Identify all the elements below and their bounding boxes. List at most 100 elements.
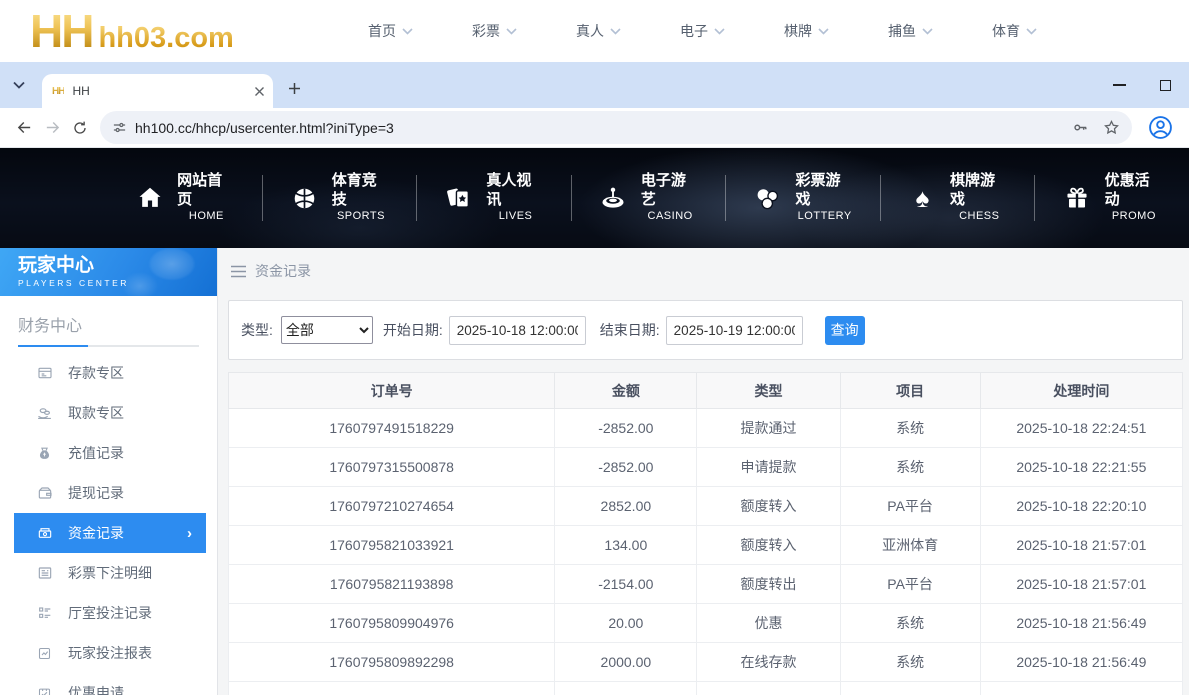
sidebar-item-lottery-bet-detail[interactable]: 彩票下注明细 (0, 553, 217, 593)
minimize-icon[interactable] (1113, 84, 1126, 86)
game-nav-en: CASINO (648, 210, 693, 224)
sidebar-item-deposit-zone[interactable]: 存款专区 (0, 353, 217, 393)
game-nav-zh: 网站首页 (177, 172, 235, 210)
top-nav-lottery[interactable]: 彩票 (472, 21, 576, 41)
game-nav-live[interactable]: 真人视讯 LIVES (417, 170, 571, 226)
profile-icon[interactable] (1148, 115, 1173, 140)
funds-table-wrap: 订单号 金额 类型 项目 处理时间 1760797491518229-2852.… (228, 372, 1183, 695)
forward-icon[interactable] (38, 114, 66, 142)
table-cell: 亚洲体育 (840, 526, 980, 565)
browser-tab[interactable]: HH HH (42, 74, 273, 108)
table-cell: 134.00 (555, 526, 697, 565)
top-nav-sports[interactable]: 体育 (992, 21, 1096, 41)
top-nav-label: 棋牌 (784, 21, 812, 41)
table-cell: 2852.00 (555, 487, 697, 526)
main-content: 资金记录 类型: 全部 开始日期: 结束日期: 查询 订单号 金额 类型 (218, 248, 1189, 695)
table-cell: 系统 (840, 409, 980, 448)
close-icon[interactable] (254, 86, 265, 97)
column-header-project: 项目 (840, 373, 980, 409)
banknote-icon (36, 525, 53, 541)
maximize-icon[interactable] (1160, 80, 1171, 91)
table-cell: PA平台 (840, 565, 980, 604)
game-nav-sports[interactable]: 体育竞技 SPORTS (263, 170, 417, 226)
site-logo[interactable]: HH hh03.com (30, 3, 234, 59)
end-date-input[interactable] (666, 316, 803, 345)
table-cell: -2154.00 (555, 565, 697, 604)
game-nav-zh: 棋牌游戏 (950, 172, 1008, 210)
sidebar-item-label: 充值记录 (68, 443, 124, 463)
table-cell: PA平台 (840, 487, 980, 526)
sidebar-item-withdraw-record[interactable]: 提现记录 (0, 473, 217, 513)
table-cell (229, 682, 555, 695)
sidebar: 玩家中心 PLAYERS CENTER 财务中心 存款专区 取款专区 (0, 248, 218, 695)
key-icon[interactable] (1072, 119, 1089, 136)
game-nav-en: CHESS (959, 210, 999, 224)
top-nav-live[interactable]: 真人 (576, 21, 680, 41)
divider (18, 345, 199, 347)
game-nav-zh: 体育竞技 (332, 172, 390, 210)
table-row: 176079580990497620.00优惠系统2025-10-18 21:5… (229, 604, 1183, 643)
game-nav-promo[interactable]: 优惠活动 PROMO (1035, 170, 1189, 226)
game-nav-home[interactable]: 网站首页 HOME (108, 170, 262, 226)
sidebar-menu: 存款专区 取款专区 充值记录 提现记录 (0, 353, 217, 695)
tab-title: HH (72, 84, 254, 98)
chevron-down-icon (506, 28, 517, 35)
table-row: 1760795821033921134.00额度转入亚洲体育2025-10-18… (229, 526, 1183, 565)
table-cell: 1760797315500878 (229, 448, 555, 487)
game-nav-chess[interactable]: ♠ 棋牌游戏 CHESS (881, 170, 1035, 226)
sidebar-item-promo-apply[interactable]: 优惠申请 (0, 673, 217, 695)
reload-icon[interactable] (66, 114, 94, 142)
list-icon (36, 605, 53, 621)
column-header-time: 处理时间 (980, 373, 1182, 409)
table-cell: 2025-10-18 22:20:10 (980, 487, 1182, 526)
logo-hh-text: HH (30, 3, 92, 59)
sidebar-item-label: 厅室投注记录 (68, 603, 152, 623)
top-nav-home[interactable]: 首页 (368, 21, 472, 41)
url-text[interactable]: hh100.cc/hhcp/usercenter.html?iniType=3 (135, 120, 1072, 136)
table-cell: 2025-10-18 21:57:01 (980, 526, 1182, 565)
game-nav-zh: 电子游艺 (641, 172, 699, 210)
top-nav-label: 电子 (680, 21, 708, 41)
table-row: 1760797491518229-2852.00提款通过系统2025-10-18… (229, 409, 1183, 448)
back-icon[interactable] (10, 114, 38, 142)
top-nav-fishing[interactable]: 捕鱼 (888, 21, 992, 41)
star-icon[interactable] (1103, 119, 1120, 136)
table-cell: 1760795821033921 (229, 526, 555, 565)
site-info-icon[interactable] (112, 120, 127, 135)
table-cell: 1760795809892298 (229, 643, 555, 682)
sidebar-item-label: 存款专区 (68, 363, 124, 383)
chevron-down-icon (818, 28, 829, 35)
url-bar[interactable]: hh100.cc/hhcp/usercenter.html?iniType=3 (100, 111, 1132, 144)
wallet-icon (36, 485, 53, 501)
tab-search-icon[interactable] (12, 78, 26, 97)
table-cell: 系统 (840, 604, 980, 643)
sidebar-item-funds-record[interactable]: 资金记录 › (14, 513, 206, 553)
table-cell: 系统 (840, 448, 980, 487)
sidebar-item-recharge-record[interactable]: 充值记录 (0, 433, 217, 473)
table-cell: 系统 (840, 643, 980, 682)
type-select[interactable]: 全部 (281, 316, 373, 344)
type-label: 类型: (241, 320, 273, 340)
table-cell: 1760797491518229 (229, 409, 555, 448)
sidebar-item-withdraw-zone[interactable]: 取款专区 (0, 393, 217, 433)
top-nav-chess[interactable]: 棋牌 (784, 21, 888, 41)
start-date-input[interactable] (449, 316, 586, 345)
table-cell: 2025-10-18 21:56:49 (980, 643, 1182, 682)
sidebar-item-label: 提现记录 (68, 483, 124, 503)
game-nav-lottery[interactable]: 彩票游戏 LOTTERY (726, 170, 880, 226)
chevron-right-icon: › (187, 525, 192, 542)
table-cell (980, 682, 1182, 695)
new-tab-icon[interactable] (288, 82, 301, 100)
lottery-balls-icon (752, 185, 783, 212)
top-nav: 首页 彩票 真人 电子 棋牌 捕鱼 体育 (368, 0, 1096, 62)
sidebar-title: 玩家中心 (18, 255, 217, 277)
table-cell: 额度转出 (697, 565, 840, 604)
query-button[interactable]: 查询 (825, 316, 865, 345)
tab-favicon: HH (52, 86, 64, 97)
sidebar-item-hall-bet-record[interactable]: 厅室投注记录 (0, 593, 217, 633)
game-nav-casino[interactable]: 电子游艺 CASINO (572, 170, 726, 226)
sidebar-item-player-bet-report[interactable]: 玩家投注报表 (0, 633, 217, 673)
top-nav-electronic[interactable]: 电子 (680, 21, 784, 41)
gift-icon (1061, 185, 1092, 211)
table-cell (555, 682, 697, 695)
